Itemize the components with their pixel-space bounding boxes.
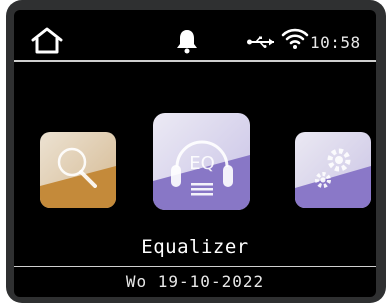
usb-icon xyxy=(247,36,274,48)
gears-icon xyxy=(295,132,371,208)
wifi-icon xyxy=(281,28,309,49)
screen: 10:58 EQ Equalizer Wo 19-10-2022 xyxy=(14,10,376,297)
app-equalizer-button[interactable]: EQ xyxy=(153,113,250,210)
device-bezel: 10:58 EQ Equalizer Wo 19-10-2022 xyxy=(6,0,386,303)
selected-app-label: Equalizer xyxy=(141,236,249,258)
date-display: Wo 19-10-2022 xyxy=(125,272,265,291)
app-search-button[interactable] xyxy=(40,132,116,208)
status-bar: 10:58 xyxy=(14,10,376,62)
home-icon[interactable] xyxy=(30,26,64,54)
search-icon xyxy=(40,132,116,208)
bell-icon[interactable] xyxy=(174,28,200,54)
equalizer-icon: EQ xyxy=(153,113,250,210)
app-settings-button[interactable] xyxy=(295,132,371,208)
footer-divider xyxy=(14,266,376,267)
equalizer-badge-text: EQ xyxy=(189,153,215,174)
status-time: 10:58 xyxy=(310,33,361,52)
